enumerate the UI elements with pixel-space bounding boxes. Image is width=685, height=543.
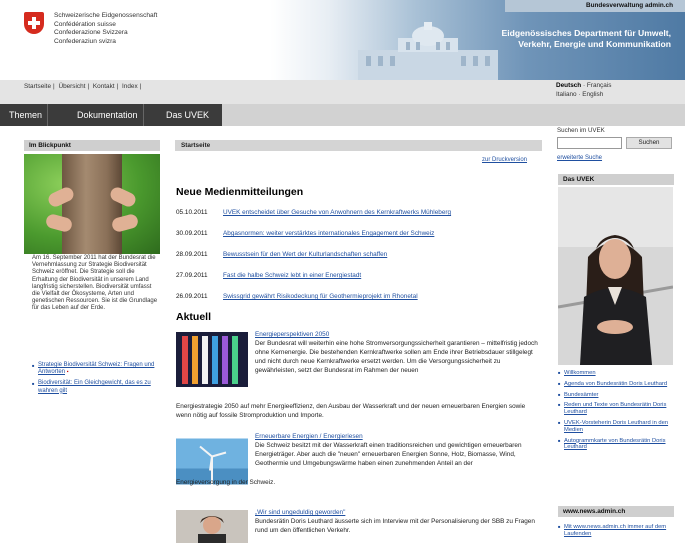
news-date: 26.09.2011 [176,293,208,300]
main-navigation: Themen Dokumentation Das UVEK [0,104,685,126]
current-heading: Aktuell [176,311,212,323]
language-link-it[interactable]: Italiano [556,91,577,98]
language-link-fr[interactable]: Français [587,82,612,89]
energy-lights-image[interactable] [176,332,248,387]
list-item: 05.10.2011 UVEK entscheidet über Gesuche… [176,208,542,229]
list-item: 28.09.2011 Bewusstsein für den Wert der … [176,250,542,271]
focus-box-title: Im Blickpunkt [24,140,160,151]
uvek-link-agenda[interactable]: Agenda von Bundesrätin Doris Leuthard [564,381,667,387]
news-list: 05.10.2011 UVEK entscheidet über Gesuche… [176,208,542,313]
service-link-home[interactable]: Startseite [24,83,51,90]
news-link[interactable]: Fast die halbe Schweiz lebt in einer Ene… [223,271,361,281]
news-link[interactable]: UVEK entscheidet über Gesuche von Anwohn… [223,208,451,218]
news-portal-links: Mit www.news.admin.ch immer auf dem Lauf… [558,524,674,542]
news-link[interactable]: Abgasnormen: weiter verstärktes internat… [223,229,434,239]
focus-link-strategy-faq[interactable]: Strategie Biodiversität Schweiz: Fragen … [38,362,154,375]
news-date: 28.09.2011 [176,251,208,258]
admin-portal-link[interactable]: Bundesverwaltung admin.ch [586,2,673,9]
article-title-link[interactable]: Erneuerbare Energien / Energieriesen [255,432,363,441]
uvek-link-autograph[interactable]: Autogrammkarte von Bundesrätin Doris Leu… [564,438,666,451]
uvek-link-speeches[interactable]: Reden und Texte von Bundesrätin Doris Le… [564,402,666,415]
news-date: 05.10.2011 [176,209,208,216]
article-body-continued: Energiestrategie 2050 auf mehr Energieef… [176,403,526,419]
nav-tab-themen[interactable]: Themen [4,104,49,126]
list-item: 26.09.2011 Swissgrid gewährt Risikodecku… [176,292,542,313]
news-date: 30.09.2011 [176,230,208,237]
language-switcher: Deutsch · Français Italiano · English [556,82,612,98]
uvek-link-media[interactable]: UVEK-Vorsteherin Doris Leuthard in den M… [564,420,668,433]
focus-links: Strategie Biodiversität Schweiz: Fragen … [32,362,158,399]
portal-bar: Bundesverwaltung admin.ch [505,0,685,12]
confederation-name[interactable]: Schweizerische Eidgenossenschaft Confédé… [54,12,157,46]
header: Schweizerische Eidgenossenschaft Confédé… [0,0,685,80]
language-active: Deutsch [556,82,582,89]
search-label: Suchen im UVEK [557,127,605,134]
article-title-link[interactable]: Energieperspektiven 2050 [255,330,329,339]
service-link-contact[interactable]: Kontakt [93,83,115,90]
department-title: Eidgenössisches Department für Umwelt, V… [501,28,671,49]
article-body: Die Schweiz besitzt mit der Wasserkraft … [255,442,522,467]
focus-teaser-text: Am 16. September 2011 hat der Bundesrat … [32,255,158,312]
nav-tab-das-uvek[interactable]: Das UVEK [161,104,214,126]
list-item: 30.09.2011 Abgasnormen: weiter verstärkt… [176,229,542,250]
news-date: 27.09.2011 [176,272,208,279]
service-link-overview[interactable]: Übersicht [58,83,85,90]
news-link[interactable]: Swissgrid gewährt Risikodeckung für Geot… [223,292,418,302]
search-input[interactable] [557,137,622,149]
article-body: Der Bundesrat will weiterhin eine hohe S… [255,340,538,374]
header-banner: Bundesverwaltung admin.ch Eidgenössische… [270,0,685,80]
extended-search-link[interactable]: erweiterte Suche [557,155,602,161]
article-body: Bundesrätin Doris Leuthard äusserte sich… [255,518,535,534]
tree-hug-image[interactable] [24,154,160,254]
focus-link-balance[interactable]: Biodiversität: Ein Gleichgewicht, das es… [38,380,151,393]
language-link-en[interactable]: English [582,91,603,98]
news-portal-box-title: www.news.admin.ch [558,506,674,517]
swiss-crest-icon[interactable] [24,12,44,34]
interview-portrait-image[interactable] [176,510,248,543]
search-button[interactable]: Suchen [626,137,672,149]
service-navigation: Startseite | Übersicht | Kontakt | Index | [24,83,142,90]
print-version-link[interactable]: zur Druckversion [482,157,527,163]
article-title-link[interactable]: „Wir sind ungeduldig geworden" [255,508,345,517]
minister-portrait-image[interactable] [558,187,673,365]
uvek-link-offices[interactable]: Bundesämter [564,392,598,398]
article-body-continued: Energieversorgung in der Schweiz. [176,479,276,486]
news-portal-link[interactable]: Mit www.news.admin.ch immer auf dem Lauf… [564,524,666,537]
uvek-box-title: Das UVEK [558,174,674,185]
uvek-links: Willkommen Agenda von Bundesrätin Doris … [558,370,674,455]
list-item: 27.09.2011 Fast die halbe Schweiz lebt i… [176,271,542,292]
news-heading: Neue Medienmitteilungen [176,186,304,198]
breadcrumb: Startseite [175,140,542,151]
news-link[interactable]: Bewusstsein für den Wert der Kulturlands… [223,250,387,260]
nav-tab-dokumentation[interactable]: Dokumentation [72,104,144,126]
uvek-link-welcome[interactable]: Willkommen [564,370,596,376]
pdf-icon[interactable]: ▪ [67,369,69,375]
service-link-index[interactable]: Index [122,83,138,90]
